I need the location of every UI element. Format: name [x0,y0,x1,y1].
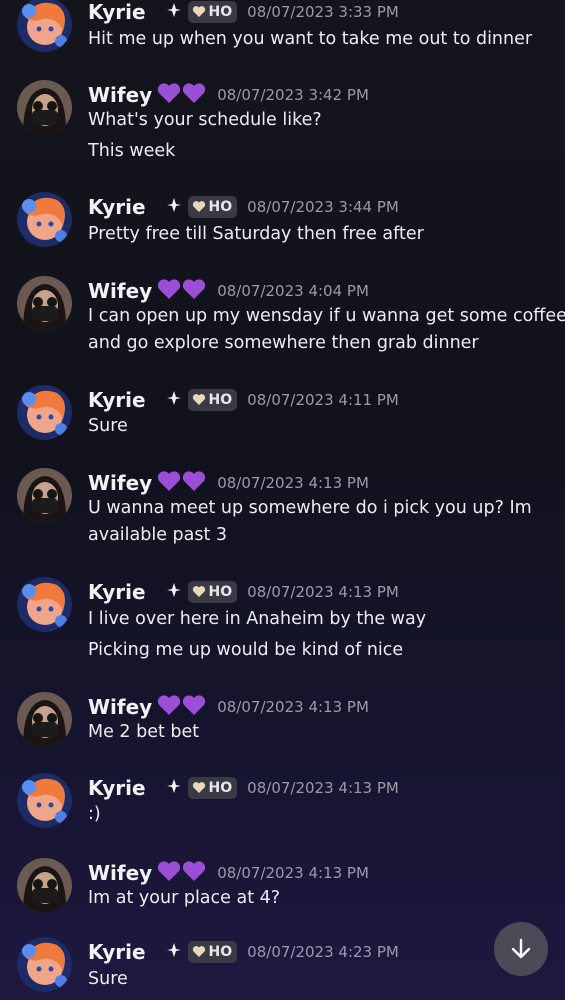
message-text: I live over here in Anaheim by the way [88,609,427,629]
message-header: Wifey 08/07/2023 4:13 PM [88,860,369,886]
author-name[interactable]: Kyrie [88,388,146,412]
timestamp: 08/07/2023 3:44 PM [247,198,399,216]
message-text: This week [88,141,176,161]
heart-icon [192,6,205,17]
author-name[interactable]: Wifey [88,471,152,495]
message-text: Hit me up when you want to take me out t… [88,29,533,49]
avatar-kyrie[interactable] [17,773,72,828]
author-name[interactable]: Kyrie [88,776,146,800]
message-text: available past 3 [88,525,228,545]
author-name[interactable]: Wifey [88,83,152,107]
tag-label: HO [208,392,233,408]
avatar-kyrie[interactable] [17,937,72,992]
message-text: I can open up my wensday if u wanna get … [88,306,565,326]
message-text: Me 2 bet bet [88,722,200,742]
message-header: Kyrie HO 08/07/2023 4:13 PM [88,776,399,802]
author-name[interactable]: Kyrie [88,580,146,604]
message-text: :) [88,804,101,824]
moon-sparkle-icon [152,776,182,800]
message-text: Pretty free till Saturday then free afte… [88,224,424,244]
moon-sparkle-icon [152,0,182,24]
moon-sparkle-icon [152,388,182,412]
avatar-wifey[interactable] [17,692,72,747]
message-text: What's your schedule like? [88,110,322,130]
user-tag[interactable]: HO [187,1,238,23]
timestamp: 08/07/2023 4:13 PM [217,864,369,882]
user-tag[interactable]: HO [187,941,238,963]
heart-icon [192,201,205,212]
message-header: Kyrie HO 08/07/2023 4:11 PM [88,388,399,414]
message-header: Wifey 08/07/2023 3:42 PM [88,82,369,108]
tag-label: HO [208,944,233,960]
avatar-kyrie[interactable] [17,385,72,440]
author-name[interactable]: Kyrie [88,0,146,24]
timestamp: 08/07/2023 4:11 PM [247,391,399,409]
message-text: Im at your place at 4? [88,888,281,908]
heart-icon [192,586,205,597]
message-header: Kyrie HO 08/07/2023 3:33 PM [88,0,399,26]
message-header: Wifey 08/07/2023 4:13 PM [88,694,369,720]
avatar-wifey[interactable] [17,858,72,913]
purple-hearts-icon [157,278,207,304]
timestamp: 08/07/2023 4:04 PM [217,282,369,300]
author-name[interactable]: Wifey [88,279,152,303]
arrow-down-icon [511,938,531,959]
message-header: Wifey 08/07/2023 4:04 PM [88,278,369,304]
user-tag[interactable]: HO [187,196,238,218]
message-header: Kyrie HO 08/07/2023 4:23 PM [88,940,399,966]
purple-hearts-icon [157,470,207,496]
tag-label: HO [208,584,233,600]
timestamp: 08/07/2023 3:42 PM [217,86,369,104]
timestamp: 08/07/2023 4:13 PM [247,583,399,601]
author-name[interactable]: Wifey [88,861,152,885]
avatar-kyrie[interactable] [17,0,72,52]
heart-icon [192,782,205,793]
heart-icon [192,946,205,957]
avatar-wifey[interactable] [17,276,72,331]
message-text: and go explore somewhere then grab dinne… [88,333,479,353]
user-tag[interactable]: HO [187,389,238,411]
moon-sparkle-icon [152,940,182,964]
author-name[interactable]: Kyrie [88,195,146,219]
heart-icon [192,394,205,405]
scroll-to-bottom-button[interactable] [494,922,548,976]
message-text: U wanna meet up somewhere do i pick you … [88,498,532,518]
user-tag[interactable]: HO [187,581,238,603]
avatar-kyrie[interactable] [17,192,72,247]
moon-sparkle-icon [152,580,182,604]
message-header: Kyrie HO 08/07/2023 4:13 PM [88,580,399,606]
message-text: Sure [88,416,128,436]
tag-label: HO [208,199,233,215]
message-header: Kyrie HO 08/07/2023 3:44 PM [88,195,399,221]
purple-hearts-icon [157,694,207,720]
message-header: Wifey 08/07/2023 4:13 PM [88,470,369,496]
timestamp: 08/07/2023 4:13 PM [247,779,399,797]
avatar-wifey[interactable] [17,80,72,135]
message-text: Picking me up would be kind of nice [88,640,404,660]
timestamp: 08/07/2023 4:23 PM [247,943,399,961]
avatar-kyrie[interactable] [17,577,72,632]
tag-label: HO [208,4,233,20]
timestamp: 08/07/2023 4:13 PM [217,698,369,716]
author-name[interactable]: Kyrie [88,940,146,964]
message-text: Sure [88,969,128,989]
purple-hearts-icon [157,860,207,886]
timestamp: 08/07/2023 4:13 PM [217,474,369,492]
timestamp: 08/07/2023 3:33 PM [247,3,399,21]
purple-hearts-icon [157,82,207,108]
moon-sparkle-icon [152,195,182,219]
author-name[interactable]: Wifey [88,695,152,719]
tag-label: HO [208,780,233,796]
avatar-wifey[interactable] [17,468,72,523]
user-tag[interactable]: HO [187,777,238,799]
